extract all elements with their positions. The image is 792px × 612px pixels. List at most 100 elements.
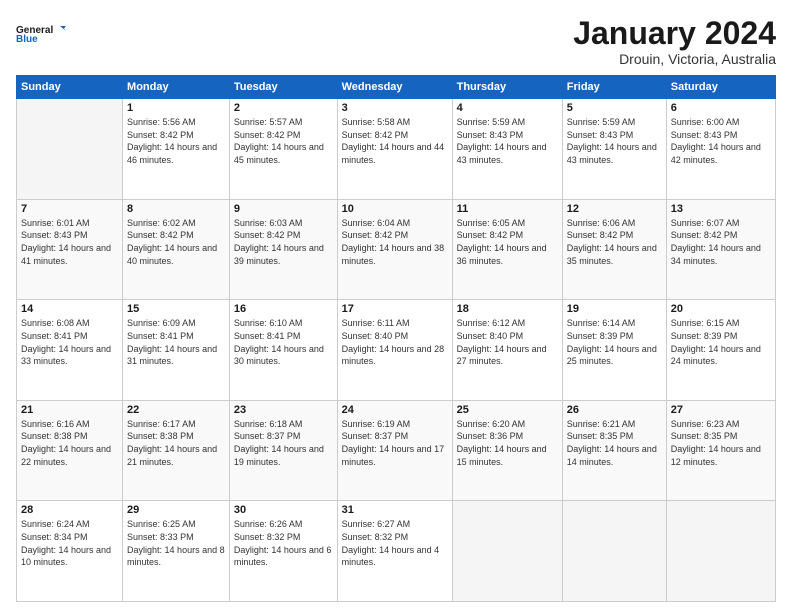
day-cell: 26 Sunrise: 6:21 AMSunset: 8:35 PMDaylig… bbox=[562, 400, 666, 501]
day-number: 18 bbox=[457, 303, 558, 315]
day-cell: 11 Sunrise: 6:05 AMSunset: 8:42 PMDaylig… bbox=[452, 199, 562, 300]
day-cell bbox=[666, 501, 775, 602]
day-cell: 28 Sunrise: 6:24 AMSunset: 8:34 PMDaylig… bbox=[17, 501, 123, 602]
day-number: 17 bbox=[342, 303, 448, 315]
day-number: 8 bbox=[127, 203, 225, 215]
day-info: Sunrise: 6:07 AMSunset: 8:42 PMDaylight:… bbox=[671, 217, 771, 267]
day-number: 31 bbox=[342, 504, 448, 516]
day-number: 11 bbox=[457, 203, 558, 215]
day-info: Sunrise: 6:24 AMSunset: 8:34 PMDaylight:… bbox=[21, 518, 118, 568]
day-number: 1 bbox=[127, 102, 225, 114]
day-info: Sunrise: 6:00 AMSunset: 8:43 PMDaylight:… bbox=[671, 116, 771, 166]
col-tuesday: Tuesday bbox=[229, 76, 337, 99]
day-info: Sunrise: 6:05 AMSunset: 8:42 PMDaylight:… bbox=[457, 217, 558, 267]
day-number: 10 bbox=[342, 203, 448, 215]
col-monday: Monday bbox=[123, 76, 230, 99]
day-info: Sunrise: 6:04 AMSunset: 8:42 PMDaylight:… bbox=[342, 217, 448, 267]
day-info: Sunrise: 6:15 AMSunset: 8:39 PMDaylight:… bbox=[671, 317, 771, 367]
day-number: 27 bbox=[671, 404, 771, 416]
day-info: Sunrise: 6:18 AMSunset: 8:37 PMDaylight:… bbox=[234, 418, 333, 468]
day-number: 13 bbox=[671, 203, 771, 215]
day-cell: 3 Sunrise: 5:58 AMSunset: 8:42 PMDayligh… bbox=[337, 99, 452, 200]
day-cell: 22 Sunrise: 6:17 AMSunset: 8:38 PMDaylig… bbox=[123, 400, 230, 501]
day-cell: 16 Sunrise: 6:10 AMSunset: 8:41 PMDaylig… bbox=[229, 300, 337, 401]
day-info: Sunrise: 6:25 AMSunset: 8:33 PMDaylight:… bbox=[127, 518, 225, 568]
col-wednesday: Wednesday bbox=[337, 76, 452, 99]
day-info: Sunrise: 5:56 AMSunset: 8:42 PMDaylight:… bbox=[127, 116, 225, 166]
logo: General Blue bbox=[16, 16, 66, 52]
day-number: 15 bbox=[127, 303, 225, 315]
day-cell: 25 Sunrise: 6:20 AMSunset: 8:36 PMDaylig… bbox=[452, 400, 562, 501]
calendar-table: Sunday Monday Tuesday Wednesday Thursday… bbox=[16, 75, 776, 602]
day-info: Sunrise: 6:08 AMSunset: 8:41 PMDaylight:… bbox=[21, 317, 118, 367]
day-number: 22 bbox=[127, 404, 225, 416]
day-info: Sunrise: 6:16 AMSunset: 8:38 PMDaylight:… bbox=[21, 418, 118, 468]
day-cell: 20 Sunrise: 6:15 AMSunset: 8:39 PMDaylig… bbox=[666, 300, 775, 401]
day-info: Sunrise: 6:02 AMSunset: 8:42 PMDaylight:… bbox=[127, 217, 225, 267]
day-cell: 14 Sunrise: 6:08 AMSunset: 8:41 PMDaylig… bbox=[17, 300, 123, 401]
day-info: Sunrise: 6:09 AMSunset: 8:41 PMDaylight:… bbox=[127, 317, 225, 367]
day-info: Sunrise: 6:03 AMSunset: 8:42 PMDaylight:… bbox=[234, 217, 333, 267]
day-cell: 8 Sunrise: 6:02 AMSunset: 8:42 PMDayligh… bbox=[123, 199, 230, 300]
day-cell: 4 Sunrise: 5:59 AMSunset: 8:43 PMDayligh… bbox=[452, 99, 562, 200]
col-saturday: Saturday bbox=[666, 76, 775, 99]
day-info: Sunrise: 6:19 AMSunset: 8:37 PMDaylight:… bbox=[342, 418, 448, 468]
day-cell: 9 Sunrise: 6:03 AMSunset: 8:42 PMDayligh… bbox=[229, 199, 337, 300]
day-info: Sunrise: 6:26 AMSunset: 8:32 PMDaylight:… bbox=[234, 518, 333, 568]
day-number: 23 bbox=[234, 404, 333, 416]
day-cell: 23 Sunrise: 6:18 AMSunset: 8:37 PMDaylig… bbox=[229, 400, 337, 501]
day-info: Sunrise: 6:21 AMSunset: 8:35 PMDaylight:… bbox=[567, 418, 662, 468]
day-cell: 10 Sunrise: 6:04 AMSunset: 8:42 PMDaylig… bbox=[337, 199, 452, 300]
header-row: Sunday Monday Tuesday Wednesday Thursday… bbox=[17, 76, 776, 99]
day-number: 14 bbox=[21, 303, 118, 315]
day-info: Sunrise: 6:20 AMSunset: 8:36 PMDaylight:… bbox=[457, 418, 558, 468]
day-cell: 18 Sunrise: 6:12 AMSunset: 8:40 PMDaylig… bbox=[452, 300, 562, 401]
day-number: 26 bbox=[567, 404, 662, 416]
day-number: 9 bbox=[234, 203, 333, 215]
day-number: 30 bbox=[234, 504, 333, 516]
day-cell: 19 Sunrise: 6:14 AMSunset: 8:39 PMDaylig… bbox=[562, 300, 666, 401]
day-info: Sunrise: 6:27 AMSunset: 8:32 PMDaylight:… bbox=[342, 518, 448, 568]
day-number: 20 bbox=[671, 303, 771, 315]
day-info: Sunrise: 6:10 AMSunset: 8:41 PMDaylight:… bbox=[234, 317, 333, 367]
day-number: 16 bbox=[234, 303, 333, 315]
day-info: Sunrise: 6:06 AMSunset: 8:42 PMDaylight:… bbox=[567, 217, 662, 267]
col-friday: Friday bbox=[562, 76, 666, 99]
day-cell: 24 Sunrise: 6:19 AMSunset: 8:37 PMDaylig… bbox=[337, 400, 452, 501]
col-thursday: Thursday bbox=[452, 76, 562, 99]
day-number: 28 bbox=[21, 504, 118, 516]
day-cell: 21 Sunrise: 6:16 AMSunset: 8:38 PMDaylig… bbox=[17, 400, 123, 501]
header: General Blue January 2024 Drouin, Victor… bbox=[16, 16, 776, 67]
logo-svg: General Blue bbox=[16, 16, 66, 52]
subtitle: Drouin, Victoria, Australia bbox=[573, 51, 776, 67]
day-number: 21 bbox=[21, 404, 118, 416]
day-cell: 12 Sunrise: 6:06 AMSunset: 8:42 PMDaylig… bbox=[562, 199, 666, 300]
day-cell: 29 Sunrise: 6:25 AMSunset: 8:33 PMDaylig… bbox=[123, 501, 230, 602]
day-info: Sunrise: 5:59 AMSunset: 8:43 PMDaylight:… bbox=[457, 116, 558, 166]
day-cell: 17 Sunrise: 6:11 AMSunset: 8:40 PMDaylig… bbox=[337, 300, 452, 401]
day-info: Sunrise: 6:01 AMSunset: 8:43 PMDaylight:… bbox=[21, 217, 118, 267]
week-row-4: 21 Sunrise: 6:16 AMSunset: 8:38 PMDaylig… bbox=[17, 400, 776, 501]
day-number: 19 bbox=[567, 303, 662, 315]
day-cell bbox=[17, 99, 123, 200]
day-number: 12 bbox=[567, 203, 662, 215]
week-row-1: 1 Sunrise: 5:56 AMSunset: 8:42 PMDayligh… bbox=[17, 99, 776, 200]
day-info: Sunrise: 5:58 AMSunset: 8:42 PMDaylight:… bbox=[342, 116, 448, 166]
day-number: 3 bbox=[342, 102, 448, 114]
day-info: Sunrise: 6:12 AMSunset: 8:40 PMDaylight:… bbox=[457, 317, 558, 367]
title-block: January 2024 Drouin, Victoria, Australia bbox=[573, 16, 776, 67]
day-info: Sunrise: 5:57 AMSunset: 8:42 PMDaylight:… bbox=[234, 116, 333, 166]
day-info: Sunrise: 6:11 AMSunset: 8:40 PMDaylight:… bbox=[342, 317, 448, 367]
page: General Blue January 2024 Drouin, Victor… bbox=[0, 0, 792, 612]
day-cell: 2 Sunrise: 5:57 AMSunset: 8:42 PMDayligh… bbox=[229, 99, 337, 200]
week-row-3: 14 Sunrise: 6:08 AMSunset: 8:41 PMDaylig… bbox=[17, 300, 776, 401]
day-info: Sunrise: 6:23 AMSunset: 8:35 PMDaylight:… bbox=[671, 418, 771, 468]
day-cell bbox=[562, 501, 666, 602]
day-cell: 7 Sunrise: 6:01 AMSunset: 8:43 PMDayligh… bbox=[17, 199, 123, 300]
day-cell: 13 Sunrise: 6:07 AMSunset: 8:42 PMDaylig… bbox=[666, 199, 775, 300]
week-row-2: 7 Sunrise: 6:01 AMSunset: 8:43 PMDayligh… bbox=[17, 199, 776, 300]
day-cell: 30 Sunrise: 6:26 AMSunset: 8:32 PMDaylig… bbox=[229, 501, 337, 602]
day-info: Sunrise: 6:14 AMSunset: 8:39 PMDaylight:… bbox=[567, 317, 662, 367]
day-number: 7 bbox=[21, 203, 118, 215]
day-cell: 1 Sunrise: 5:56 AMSunset: 8:42 PMDayligh… bbox=[123, 99, 230, 200]
